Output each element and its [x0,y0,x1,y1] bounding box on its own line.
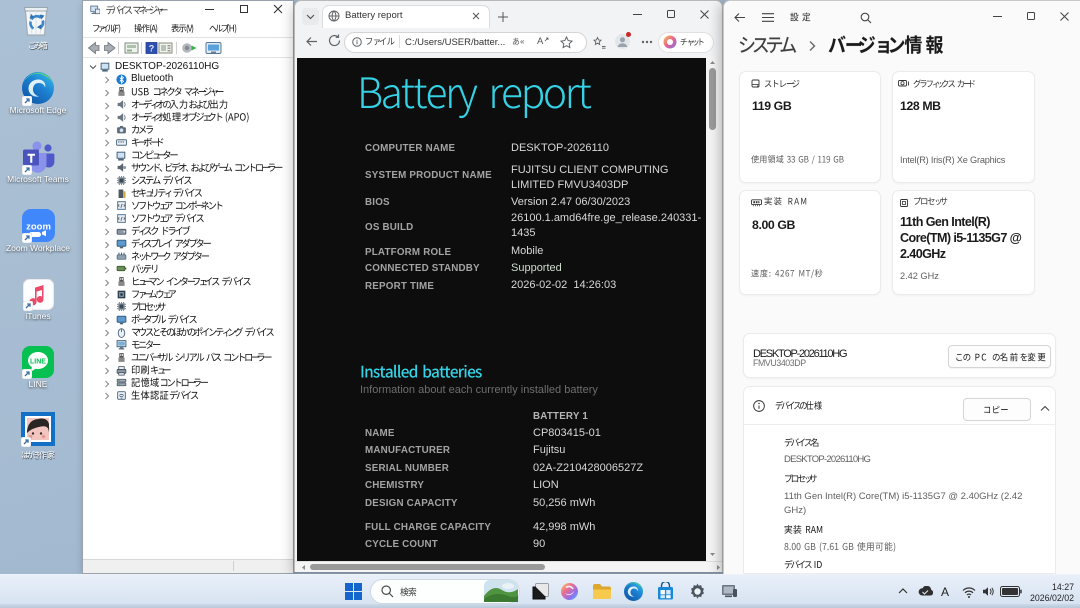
svg-text:LINE: LINE [30,359,46,366]
svg-text:zoom: zoom [26,222,51,233]
svg-text:?: ? [149,44,155,54]
